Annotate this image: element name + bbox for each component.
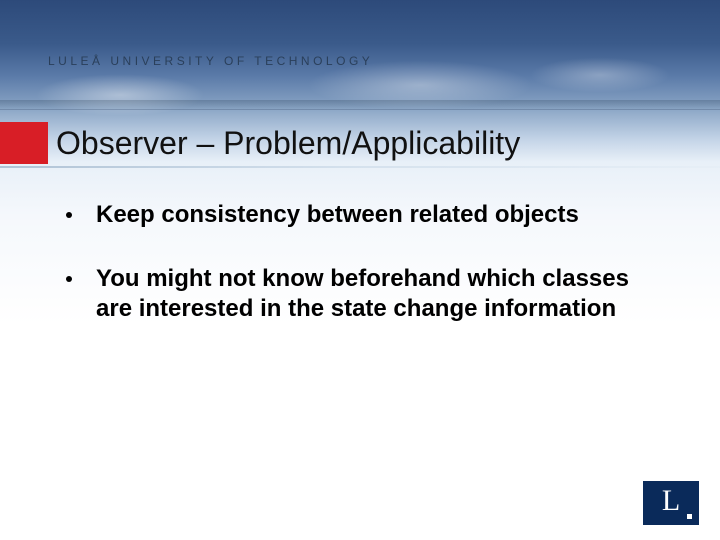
bullet-text: Keep consistency between related objects <box>96 200 660 230</box>
list-item: You might not know beforehand which clas… <box>60 264 660 324</box>
university-name: LULEÅ UNIVERSITY OF TECHNOLOGY <box>48 54 373 68</box>
list-item: Keep consistency between related objects <box>60 200 660 230</box>
bullet-icon <box>66 212 72 218</box>
slide: LULEÅ UNIVERSITY OF TECHNOLOGY Observer … <box>0 0 720 540</box>
content-area: Keep consistency between related objects… <box>60 200 660 358</box>
slide-title: Observer – Problem/Applicability <box>56 127 520 159</box>
logo-dot-icon <box>687 514 692 519</box>
title-accent-square <box>0 122 48 164</box>
title-row: Observer – Problem/Applicability <box>0 118 720 168</box>
logo-letter: L <box>662 486 680 516</box>
bullet-text: You might not know beforehand which clas… <box>96 264 660 324</box>
title-underline <box>0 166 720 168</box>
bullet-icon <box>66 276 72 282</box>
university-logo: L <box>642 480 700 526</box>
header-divider <box>0 109 720 110</box>
